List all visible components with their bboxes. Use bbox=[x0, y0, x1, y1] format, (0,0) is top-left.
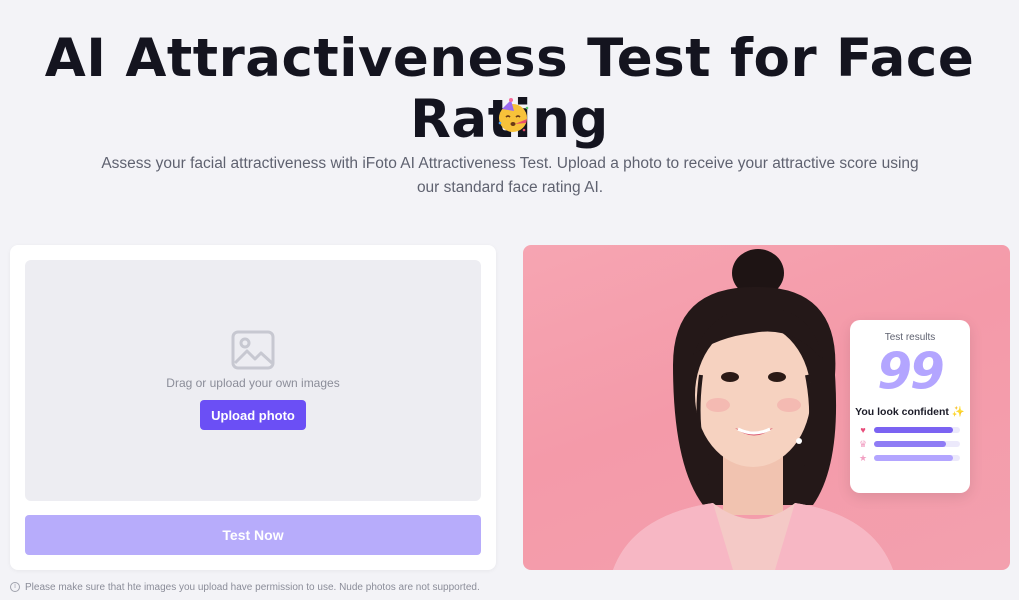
metric-fill-star bbox=[874, 455, 954, 461]
info-icon: i bbox=[10, 582, 20, 592]
result-caption: You look confident ✨ bbox=[850, 405, 970, 418]
result-score: 99 bbox=[877, 342, 945, 400]
page-subtitle: Assess your facial attractiveness with i… bbox=[101, 155, 919, 196]
sparkle-icon: ✨ bbox=[951, 406, 965, 418]
partying-face-emoji-icon bbox=[498, 98, 529, 132]
metric-track bbox=[874, 427, 960, 433]
result-caption-text: You look confident bbox=[855, 406, 949, 418]
disclaimer-text: Please make sure that hte images you upl… bbox=[25, 581, 480, 593]
image-icon bbox=[231, 330, 275, 370]
metric-fill-crown bbox=[874, 441, 947, 447]
image-dropzone[interactable]: Drag or upload your own images Upload ph… bbox=[25, 260, 481, 501]
metric-track bbox=[874, 455, 960, 461]
metric-row-heart: ♥ bbox=[858, 425, 963, 435]
crown-icon: ♛ bbox=[858, 439, 868, 449]
star-icon: ★ bbox=[858, 453, 868, 463]
upload-photo-button[interactable]: Upload photo bbox=[200, 400, 306, 430]
dropzone-hint: Drag or upload your own images bbox=[166, 376, 340, 390]
upload-disclaimer: i Please make sure that hte images you u… bbox=[10, 580, 480, 594]
metric-fill-heart bbox=[874, 427, 954, 433]
heart-icon: ♥ bbox=[860, 425, 866, 435]
metric-row-star: ★ bbox=[858, 453, 963, 463]
sample-result-preview: Test results 99 You look confident ✨ ♥ ♛… bbox=[523, 245, 1010, 570]
test-results-card: Test results 99 You look confident ✨ ♥ ♛… bbox=[850, 320, 970, 493]
upload-card: Drag or upload your own images Upload ph… bbox=[10, 245, 496, 570]
metric-row-crown: ♛ bbox=[858, 439, 963, 449]
test-now-button[interactable]: Test Now bbox=[25, 515, 481, 555]
metric-track bbox=[874, 441, 960, 447]
page: AI Attractiveness Test for Face Rating A… bbox=[0, 0, 1019, 600]
